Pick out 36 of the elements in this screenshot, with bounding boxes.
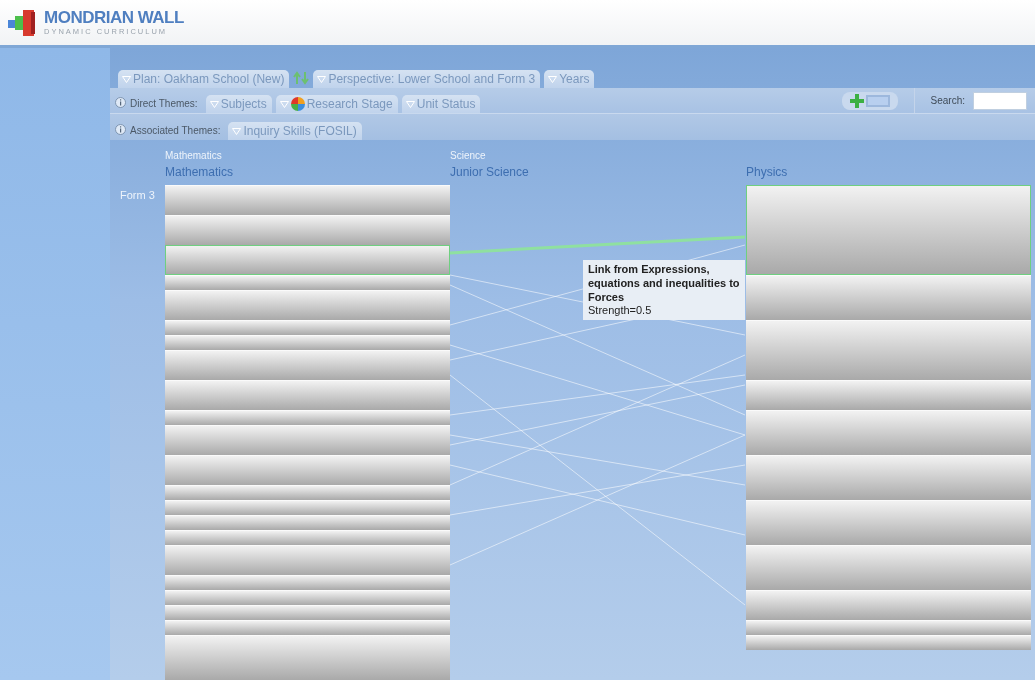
caret-icon xyxy=(548,75,558,83)
caret-icon xyxy=(279,100,289,108)
subject-heading: Junior Science xyxy=(450,165,530,179)
caret-icon xyxy=(209,100,219,108)
app-title: MONDRIAN WALL xyxy=(44,9,184,27)
dropdown-tab[interactable]: Inquiry Skills (FOSIL) xyxy=(228,122,362,140)
caret-icon xyxy=(317,75,327,83)
unit-block[interactable] xyxy=(746,185,1031,275)
row-label: Form 3 xyxy=(120,189,155,201)
plus-icon xyxy=(849,93,864,108)
dropdown-tab[interactable]: Perspective: Lower School and Form 3 xyxy=(313,70,541,88)
logo-icon xyxy=(8,9,38,36)
search-field[interactable] xyxy=(973,91,1027,110)
tooltip-detail: Strength=0.5 xyxy=(588,304,653,317)
tooltip-title: Link from Expressions, equations and inequalities to Forces xyxy=(588,262,740,304)
info-icon xyxy=(115,124,126,135)
subject-heading: Mathematics xyxy=(165,165,235,179)
dropdown-tab[interactable]: Subjects xyxy=(205,95,272,113)
unit-block[interactable] xyxy=(165,245,450,275)
dropdown-tab[interactable]: Research Stage xyxy=(275,95,398,113)
group-label: Science xyxy=(450,150,487,163)
caret-icon xyxy=(232,127,242,135)
themes-label: Direct Themes: xyxy=(130,98,198,109)
dropdown-tab[interactable]: Unit Status xyxy=(401,95,481,113)
subject-heading: Physics xyxy=(746,165,789,179)
group-label: Mathematics xyxy=(165,150,223,163)
info-icon xyxy=(115,97,126,108)
add-button[interactable] xyxy=(841,91,898,110)
swap-arrows-icon xyxy=(293,71,310,85)
caret-icon xyxy=(122,75,131,83)
search-label: Search: xyxy=(930,95,965,106)
dropdown-tab[interactable]: Plan: Oakham School (New) xyxy=(118,70,290,88)
dropdown-tab[interactable]: Years xyxy=(544,70,595,88)
caret-icon xyxy=(405,100,415,108)
themes-label: Associated Themes: xyxy=(130,125,221,136)
pie-chart-icon xyxy=(290,97,305,111)
